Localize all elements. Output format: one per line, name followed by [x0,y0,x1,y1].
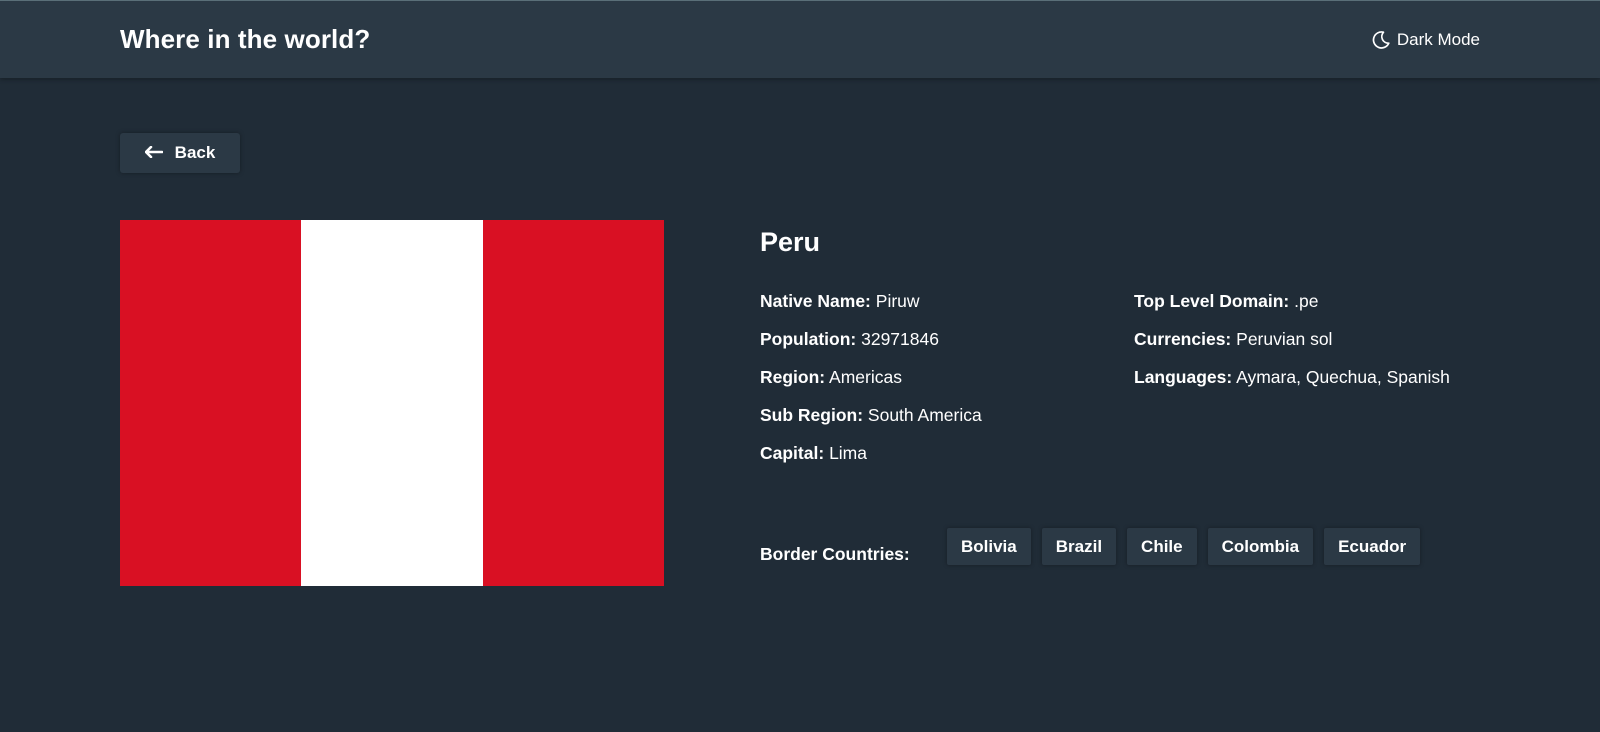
arrow-left-icon [144,143,163,163]
country-name: Peru [760,227,821,257]
detail-label: Sub Region: [760,405,864,425]
detail-label: Top Level Domain: [1134,291,1290,311]
detail-value: 32971846 [861,329,939,349]
site-title[interactable]: Where in the world? [120,23,370,55]
detail-value: South America [867,405,982,425]
detail-value: .pe [1294,291,1319,311]
detail-value: Aymara, Quechua, Spanish [1236,367,1450,387]
detail-value: Piruw [875,291,920,311]
detail-value: Peruvian sol [1236,329,1333,349]
detail-native-name: Native Name: Piruw [760,290,920,312]
border-country-button[interactable]: Bolivia [947,528,1031,565]
top-bar: Where in the world? Dark Mode [0,0,1600,78]
detail-label: Currencies: [1134,329,1232,349]
detail-population: Population: 32971846 [760,328,939,350]
border-countries-list: Bolivia Brazil Chile Colombia Ecuador [947,528,1421,565]
border-country-button[interactable]: Brazil [1041,528,1117,565]
detail-label: Native Name: [760,291,871,311]
moon-icon [1371,30,1391,50]
detail-region: Region: Americas [760,366,902,388]
border-country-button[interactable]: Ecuador [1324,528,1421,565]
border-countries-label: Border Countries: [760,544,910,564]
detail-label: Population: [760,329,857,349]
flag-band-left [120,220,302,586]
dark-mode-toggle[interactable]: Dark Mode [1371,28,1480,52]
detail-label: Capital: [760,443,825,463]
detail-capital: Capital: Lima [760,442,867,464]
detail-currencies: Currencies: Peruvian sol [1134,328,1332,350]
border-country-button[interactable]: Colombia [1207,528,1314,565]
flag-band-right [482,220,664,586]
detail-languages: Languages: Aymara, Quechua, Spanish [1134,366,1450,388]
back-button[interactable]: Back [120,133,240,173]
country-flag [120,220,664,586]
back-button-label: Back [174,143,216,162]
flag-band-center [301,220,483,586]
detail-value: Americas [829,367,902,387]
detail-sub-region: Sub Region: South America [760,404,982,426]
detail-label: Languages: [1134,367,1233,387]
detail-value: Lima [829,443,867,463]
detail-top-level-domain: Top Level Domain: .pe [1134,290,1318,312]
detail-label: Region: [760,367,826,387]
border-country-button[interactable]: Chile [1127,528,1197,565]
dark-mode-label: Dark Mode [1396,30,1480,49]
